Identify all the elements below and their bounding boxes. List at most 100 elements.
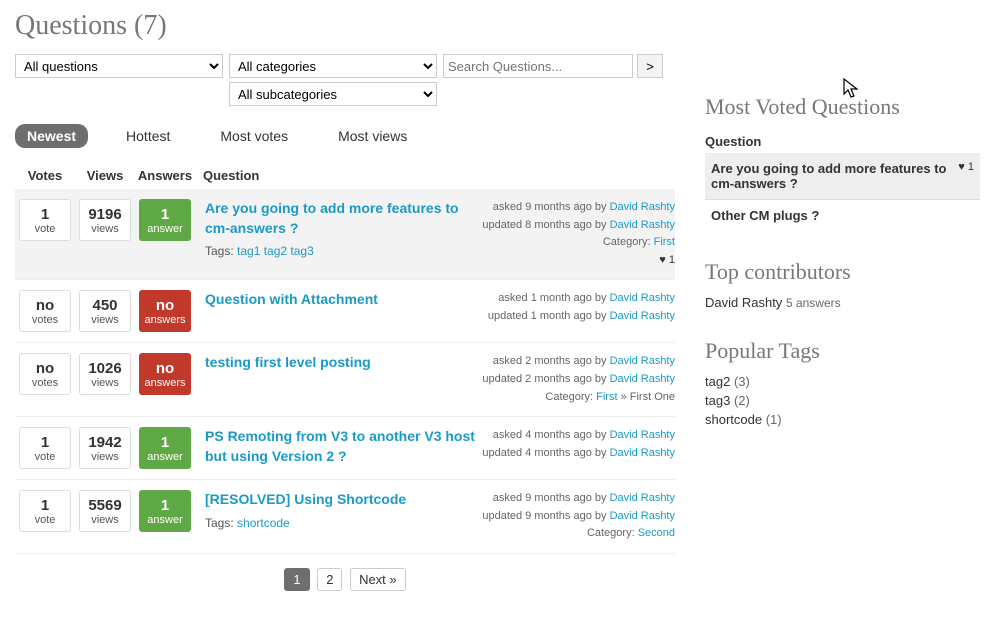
question-title-link[interactable]: PS Remoting from V3 to another V3 host b… [205, 428, 475, 464]
sort-hottest[interactable]: Hottest [114, 124, 182, 148]
votes-number: 1 [41, 497, 49, 514]
col-header-question: Question [195, 168, 675, 183]
top-contributors-title: Top contributors [705, 259, 980, 285]
views-box: 9196 views [79, 199, 131, 241]
col-header-views: Views [75, 168, 135, 183]
answers-label: answers [145, 314, 186, 326]
updated-line: updated 2 months ago by David Rashty [475, 371, 675, 389]
contributor-line: David Rashty 5 answers [705, 295, 980, 310]
tag-link[interactable]: tag1 [237, 244, 260, 258]
mv-column-header: Question [705, 130, 980, 153]
answers-label: answer [147, 514, 182, 526]
question-row: no votes 450 views no answers Question w… [15, 280, 675, 343]
answers-box: no answers [139, 353, 191, 395]
tag-name[interactable]: tag3 [705, 393, 730, 408]
most-voted-item[interactable]: Other CM plugs ? [705, 199, 980, 231]
sort-newest[interactable]: Newest [15, 124, 88, 148]
question-row: 1 vote 5569 views 1 answer [RESOLVED] Us… [15, 480, 675, 554]
user-link[interactable]: David Rashty [610, 492, 675, 504]
votes-box: no votes [19, 290, 71, 332]
user-link[interactable]: David Rashty [610, 373, 675, 385]
tag-link[interactable]: tag2 [264, 244, 287, 258]
votes-number: no [36, 297, 54, 314]
answers-box: 1 answer [139, 490, 191, 532]
search-input[interactable] [443, 54, 633, 78]
updated-line: updated 9 months ago by David Rashty [475, 508, 675, 526]
votes-number: 1 [41, 434, 49, 451]
most-voted-block: Most Voted Questions Question Are you go… [705, 94, 980, 231]
popular-tags-block: Popular Tags tag2 (3) tag3 (2) shortcode (… [705, 338, 980, 427]
contributor-count: 5 answers [786, 296, 841, 310]
search-go-button[interactable]: > [637, 54, 663, 78]
updated-line: updated 1 month ago by David Rashty [475, 308, 675, 326]
sort-most-votes[interactable]: Most votes [208, 124, 300, 148]
answers-label: answers [145, 377, 186, 389]
user-link[interactable]: David Rashty [610, 510, 675, 522]
votes-box: no votes [19, 353, 71, 395]
user-link[interactable]: David Rashty [610, 429, 675, 441]
user-link[interactable]: David Rashty [610, 310, 675, 322]
tag-name[interactable]: shortcode [705, 412, 762, 427]
col-header-votes: Votes [15, 168, 75, 183]
answers-label: answer [147, 451, 182, 463]
list-header-row: Votes Views Answers Question [15, 162, 675, 189]
sort-most-views[interactable]: Most views [326, 124, 419, 148]
category-link[interactable]: First [654, 236, 675, 248]
tag-link[interactable]: tag3 [290, 244, 313, 258]
votes-label: vote [35, 223, 56, 235]
pager-next[interactable]: Next » [350, 568, 406, 591]
votes-label: vote [35, 514, 56, 526]
views-box: 1942 views [79, 427, 131, 469]
sort-tabs: Newest Hottest Most votes Most views [15, 124, 675, 148]
popular-tag-line: tag3 (2) [705, 393, 980, 408]
page-title: Questions (7) [15, 10, 980, 42]
tag-count: (3) [734, 374, 750, 389]
votes-label: votes [32, 377, 58, 389]
answers-number: no [156, 360, 174, 377]
question-title-link[interactable]: Are you going to add more features to cm… [205, 200, 459, 236]
tags-line: Tags: shortcode [205, 516, 475, 530]
category-line: Category: First [475, 234, 675, 252]
question-title-link[interactable]: Question with Attachment [205, 291, 378, 307]
tag-link[interactable]: shortcode [237, 516, 290, 530]
user-link[interactable]: David Rashty [610, 201, 675, 213]
user-link[interactable]: David Rashty [610, 219, 675, 231]
asked-line: asked 9 months ago by David Rashty [475, 199, 675, 217]
views-label: views [91, 514, 119, 526]
views-label: views [91, 223, 119, 235]
answers-number: 1 [161, 434, 169, 451]
pager: 1 2 Next » [15, 568, 675, 591]
most-voted-item[interactable]: Are you going to add more features to cm… [705, 153, 980, 199]
subcategories-filter-select[interactable]: All subcategories [229, 82, 437, 106]
views-number: 450 [92, 297, 117, 314]
question-title-link[interactable]: [RESOLVED] Using Shortcode [205, 491, 406, 507]
views-number: 1026 [88, 360, 121, 377]
user-link[interactable]: David Rashty [610, 355, 675, 367]
popular-tags-title: Popular Tags [705, 338, 980, 364]
category-link[interactable]: First [596, 391, 617, 403]
updated-line: updated 4 months ago by David Rashty [475, 445, 675, 463]
pager-page-2[interactable]: 2 [317, 568, 342, 591]
col-header-answers: Answers [135, 168, 195, 183]
question-title-link[interactable]: testing first level posting [205, 354, 371, 370]
votes-label: vote [35, 451, 56, 463]
question-row: no votes 1026 views no answers testing f… [15, 343, 675, 417]
tag-count: (2) [734, 393, 750, 408]
user-link[interactable]: David Rashty [610, 292, 675, 304]
views-box: 1026 views [79, 353, 131, 395]
tag-count: (1) [766, 412, 782, 427]
views-label: views [91, 314, 119, 326]
pager-page-1[interactable]: 1 [284, 568, 309, 591]
user-link[interactable]: David Rashty [610, 447, 675, 459]
views-number: 1942 [88, 434, 121, 451]
category-line: Category: First » First One [475, 389, 675, 407]
contributor-name[interactable]: David Rashty [705, 295, 782, 310]
views-number: 9196 [88, 206, 121, 223]
questions-filter-select[interactable]: All questions [15, 54, 223, 78]
category-link[interactable]: Second [638, 527, 675, 539]
votes-box: 1 vote [19, 199, 71, 241]
tag-name[interactable]: tag2 [705, 374, 730, 389]
votes-label: votes [32, 314, 58, 326]
votes-box: 1 vote [19, 490, 71, 532]
categories-filter-select[interactable]: All categories [229, 54, 437, 78]
